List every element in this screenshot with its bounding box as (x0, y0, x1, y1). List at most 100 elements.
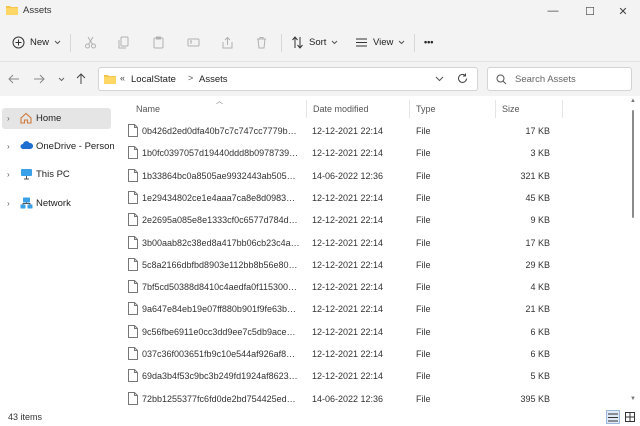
search-box[interactable]: Search Assets (487, 67, 632, 91)
file-row[interactable]: 72bb1255377fc6fd0de2bd754425edd8501... 14… (114, 388, 626, 410)
status-bar: 43 items (0, 408, 640, 426)
sidebar-item-this-pc[interactable]: › This PC (2, 164, 111, 185)
file-row[interactable]: 037c36f003651fb9c10e544af926af8dd51fa...… (114, 343, 626, 365)
column-header-date-modified[interactable]: Date modified (313, 104, 369, 114)
up-button[interactable] (73, 71, 89, 87)
new-button[interactable]: New (12, 32, 61, 52)
breadcrumb-localstate[interactable]: LocalState (131, 74, 176, 85)
new-label: New (30, 36, 50, 48)
file-size: 17 KB (525, 237, 550, 248)
back-button[interactable] (6, 71, 22, 87)
scrollbar-thumb[interactable] (632, 110, 634, 218)
window-title: Assets (23, 5, 52, 16)
file-size: 17 KB (525, 126, 550, 136)
copy-button[interactable] (114, 33, 132, 51)
column-divider[interactable] (562, 100, 563, 118)
file-row[interactable]: 2e2695a085e8e1333cf0c6577d784d631b0a... 1… (114, 209, 626, 231)
file-row[interactable]: 0b426d2ed0dfa40b7c7c747cc7779b1a09f... 12… (114, 120, 626, 142)
file-icon (128, 302, 138, 316)
file-date-modified: 12-12-2021 22:14 (312, 259, 384, 270)
clipboard-icon (153, 36, 163, 48)
file-icon (128, 257, 138, 271)
chevron-down-icon (54, 40, 61, 44)
sidebar-item-home[interactable]: › Home (2, 108, 111, 129)
sort-button[interactable]: Sort (291, 32, 338, 52)
column-header-name[interactable]: Name (136, 104, 160, 114)
sidebar-item-onedrive[interactable]: › OneDrive - Personal (2, 136, 122, 157)
close-icon: ✕ (618, 5, 628, 18)
breadcrumb-overflow-icon[interactable]: « (120, 73, 125, 83)
breadcrumb-assets[interactable]: Assets (199, 74, 228, 85)
maximize-button[interactable]: ☐ (573, 0, 607, 22)
details-view-button[interactable] (606, 410, 620, 424)
file-icon (128, 324, 138, 338)
minimize-button[interactable]: — (536, 0, 570, 22)
tiles-view-button[interactable] (623, 410, 637, 424)
sidebar-item-label: Home (36, 113, 62, 124)
more-options-button[interactable]: ••• (424, 32, 433, 52)
expand-arrow-icon[interactable]: › (7, 199, 10, 208)
refresh-icon[interactable] (457, 73, 468, 84)
file-row[interactable]: 9a647e84eb19e07ff880b901f9fe63bdd0b3... 1… (114, 298, 626, 320)
vertical-scrollbar[interactable]: ▲ ▼ (626, 96, 640, 408)
navigation-pane: › Home › OneDrive - Personal › This PC ›… (0, 96, 122, 408)
file-row[interactable]: 1e29434802ce1e4aaa7ca8e8d09830cdd33... 12… (114, 187, 626, 209)
file-row[interactable]: 1b0fc0397057d19440ddd8b0978739c8877... 12… (114, 142, 626, 164)
file-icon (128, 146, 138, 160)
file-type: File (416, 192, 431, 203)
close-button[interactable]: ✕ (606, 0, 640, 22)
chevron-down-icon[interactable] (435, 74, 444, 83)
arrow-right-icon (34, 74, 45, 84)
sort-label: Sort (309, 36, 327, 48)
file-date-modified: 12-12-2021 22:14 (312, 215, 384, 226)
minimize-icon: — (547, 5, 559, 17)
column-divider[interactable] (409, 100, 410, 118)
expand-arrow-icon[interactable]: › (7, 170, 10, 179)
file-size: 3 KB (530, 148, 550, 159)
expand-arrow-icon[interactable]: › (7, 114, 10, 123)
file-row[interactable]: 69da3b4f53c9bc3b249fd1924af86237a875... 1… (114, 365, 626, 387)
scroll-down-icon[interactable]: ▼ (630, 396, 636, 402)
toolbar-divider (414, 34, 415, 52)
file-row[interactable]: 3b00aab82c38ed8a417bb06cb23c4a4601e... 12… (114, 232, 626, 254)
sidebar-item-network[interactable]: › Network (2, 193, 111, 214)
file-type: File (416, 148, 431, 159)
file-size: 321 KB (520, 170, 550, 181)
view-label: View (373, 36, 394, 48)
file-icon (128, 213, 138, 227)
view-button[interactable]: View (355, 32, 405, 52)
file-size: 29 KB (525, 259, 550, 270)
scroll-up-icon[interactable]: ▲ (630, 98, 636, 104)
item-count: 43 items (8, 412, 43, 422)
arrow-left-icon (8, 74, 19, 84)
file-size: 21 KB (525, 304, 550, 315)
column-header-type[interactable]: Type (416, 104, 436, 114)
address-bar[interactable]: « LocalState > Assets (98, 67, 478, 91)
share-button[interactable] (218, 33, 236, 51)
file-type: File (416, 259, 431, 270)
file-size: 9 KB (530, 215, 550, 226)
chevron-down-icon (332, 40, 338, 44)
breadcrumb-separator-icon[interactable]: > (188, 73, 193, 83)
file-row[interactable]: 5c8a2166dbfbd8903e112bb8b56e80318bb... 12… (114, 254, 626, 276)
file-type: File (416, 215, 431, 226)
column-divider[interactable] (495, 100, 496, 118)
home-icon (20, 112, 32, 124)
file-row[interactable]: 9c56fbe6911e0cc3dd9ee7c5db9aceae4d8... 12… (114, 321, 626, 343)
file-row[interactable]: 7bf5cd50388d8410c4aedfa0f115300336dff...… (114, 276, 626, 298)
delete-button[interactable] (252, 33, 270, 51)
file-icon (128, 124, 138, 137)
file-name: 1b33864bc0a8505ae9932443ab505e92a00... (142, 170, 300, 181)
file-row[interactable]: 1b33864bc0a8505ae9932443ab505e92a00... 14… (114, 165, 626, 187)
file-type: File (416, 393, 431, 404)
recent-locations-button[interactable] (53, 71, 69, 87)
file-date-modified: 12-12-2021 22:14 (312, 237, 384, 248)
forward-button[interactable] (31, 71, 47, 87)
paste-button[interactable] (149, 33, 167, 51)
cut-button[interactable] (81, 33, 99, 51)
rename-button[interactable] (184, 33, 202, 51)
column-divider[interactable] (306, 100, 307, 118)
expand-arrow-icon[interactable]: › (7, 142, 10, 151)
file-type: File (416, 126, 431, 136)
column-header-size[interactable]: Size (502, 104, 520, 114)
